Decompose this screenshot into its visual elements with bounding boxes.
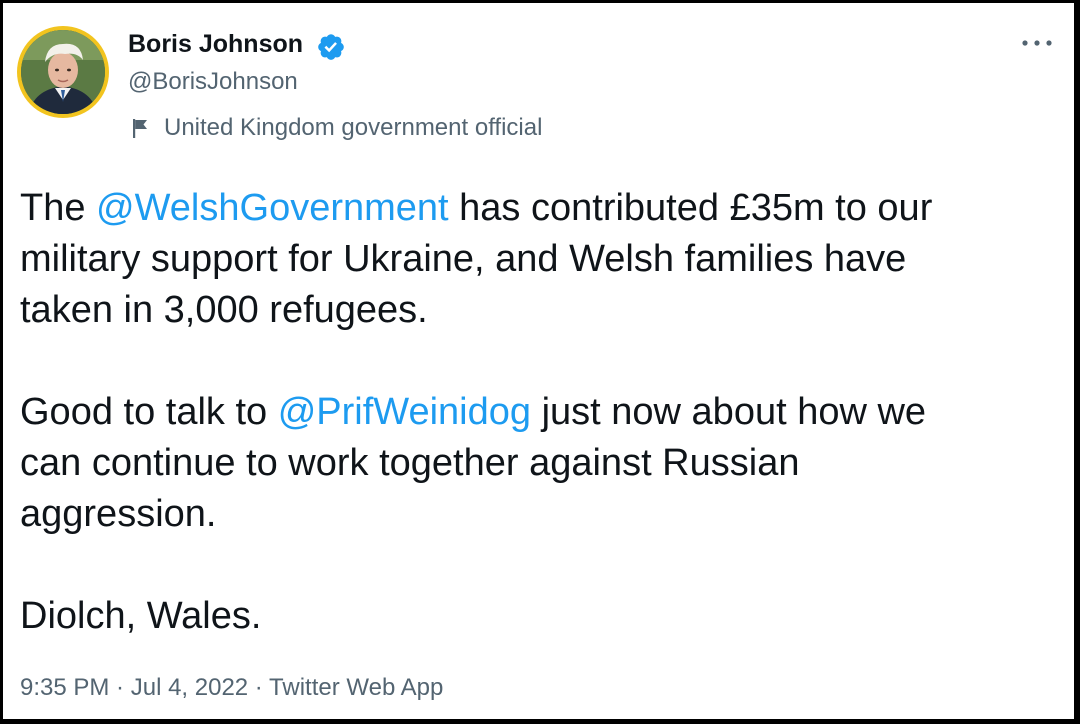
tweet-text-segment: just now about how we [531, 391, 927, 433]
mention-link[interactable]: @WelshGovernment [96, 187, 449, 229]
tweet-text: The @WelshGovernment has contributed £35… [20, 183, 1060, 642]
tweet-paragraph: Diolch, Wales. [20, 591, 1060, 642]
tweet-text-segment: military support for Ukraine, and Welsh … [20, 238, 907, 280]
mention-link[interactable]: @PrifWeinidog [278, 391, 531, 433]
tweet-text-segment: taken in 3,000 refugees. [20, 289, 428, 331]
avatar-photo [21, 30, 105, 114]
tweet-text-segment: Good to talk to [20, 391, 278, 433]
government-label: United Kingdom government official [131, 113, 542, 143]
verified-badge-icon [318, 34, 344, 60]
tweet-date[interactable]: Jul 4, 2022 [131, 674, 248, 701]
more-options-icon[interactable] [1020, 33, 1054, 53]
tweet-text-segment: The [20, 187, 97, 229]
tweet-card: Boris Johnson @BorisJohnson United Kingd… [3, 3, 1074, 719]
tweet-text-segment: Diolch, Wales. [20, 595, 262, 637]
author-display-name[interactable]: Boris Johnson [128, 30, 303, 59]
separator: · [248, 674, 270, 701]
tweet-metadata: 9:35 PM · Jul 4, 2022 · Twitter Web App [20, 674, 443, 702]
author-handle[interactable]: @BorisJohnson [128, 68, 298, 96]
tweet-paragraph: Good to talk to @PrifWeinidog just now a… [20, 387, 1060, 540]
separator: · [109, 674, 131, 701]
government-label-text: United Kingdom government official [164, 114, 543, 141]
tweet-time[interactable]: 9:35 PM [20, 674, 109, 701]
flag-icon [133, 119, 147, 138]
tweet-text-segment: has contributed £35m to our [448, 187, 933, 229]
avatar[interactable] [17, 26, 109, 118]
tweet-text-segment: can continue to work together against Ru… [20, 442, 800, 484]
tweet-paragraph: The @WelshGovernment has contributed £35… [20, 183, 1060, 336]
tweet-text-segment: aggression. [20, 493, 217, 535]
tweet-source: Twitter Web App [269, 674, 444, 701]
